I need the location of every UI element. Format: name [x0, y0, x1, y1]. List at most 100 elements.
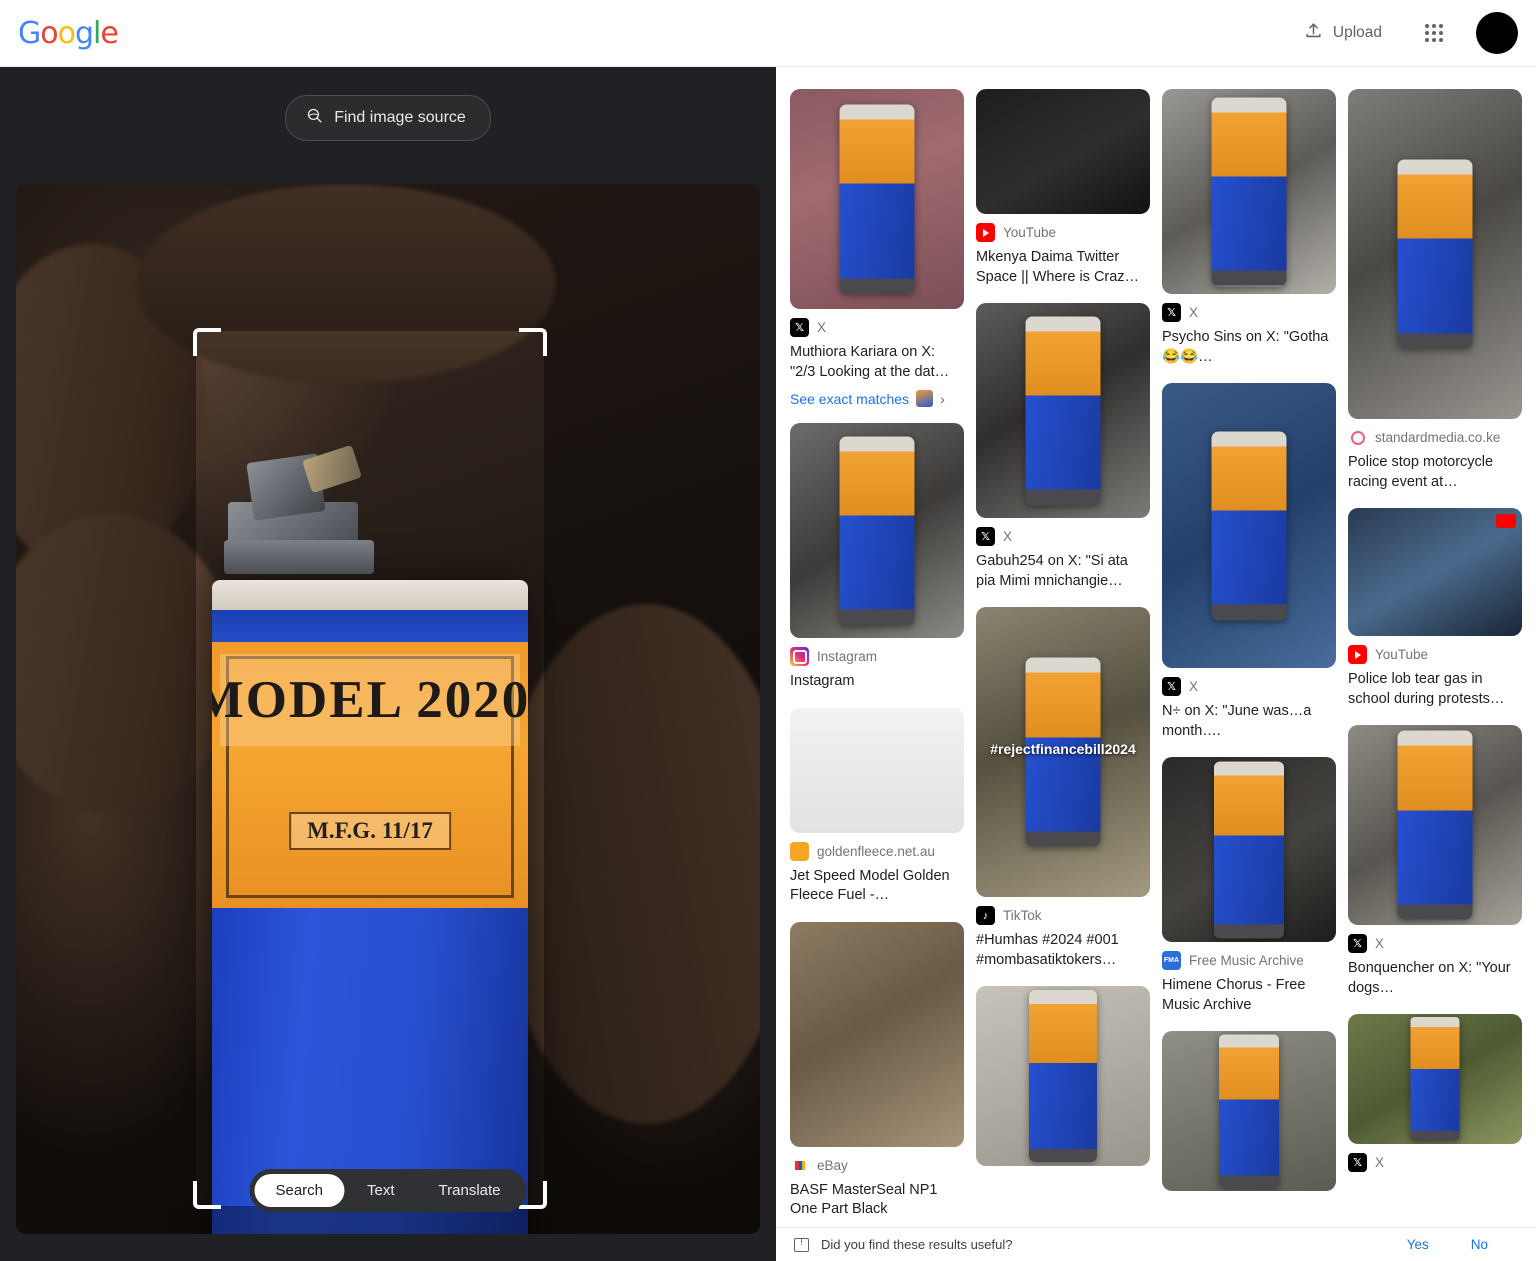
result-title: BASF MasterSeal NP1 One Part Black: [790, 1181, 938, 1218]
youtube-badge-icon: [1496, 514, 1516, 529]
ebay-icon: [790, 1155, 809, 1175]
result-title: N÷ on X: "June was…a month….: [1162, 703, 1312, 739]
google-logo[interactable]: Google: [18, 15, 119, 51]
result-thumbnail[interactable]: [1162, 89, 1336, 294]
tiktok-icon: ♪: [976, 906, 995, 926]
result-card[interactable]: 𝕏 X: [1348, 1014, 1522, 1173]
logo-letter-g1: G: [18, 15, 41, 51]
result-card[interactable]: 𝕏 X Muthiora Kariara on X: "2/3 Looking …: [790, 89, 964, 408]
result-title: Himene Chorus - Free Music Archive: [1162, 977, 1306, 1013]
see-exact-matches-link[interactable]: See exact matches ›: [790, 390, 964, 408]
result-card[interactable]: #rejectfinancebill2024 ♪ TikTok #Humhas …: [976, 607, 1150, 970]
result-card[interactable]: FMA Free Music Archive Himene Chorus - F…: [1162, 757, 1336, 1015]
result-title: Psycho Sins on X: "Gotha 😂😂…: [1162, 329, 1329, 365]
result-title: Muthiora Kariara on X: "2/3 Looking at t…: [790, 344, 950, 380]
result-source-row: 𝕏 X: [790, 318, 964, 337]
crop-handle-top-right[interactable]: [519, 328, 547, 356]
result-source-name: YouTube: [1375, 647, 1429, 663]
crop-handle-bottom-left[interactable]: [193, 1181, 221, 1209]
results-masonry: 𝕏 X Muthiora Kariara on X: "2/3 Looking …: [790, 89, 1522, 1227]
result-card[interactable]: YouTube Mkenya Daima Twitter Space || Wh…: [976, 89, 1150, 287]
x-icon: 𝕏: [976, 527, 995, 547]
visual-results-pane: 𝕏 X Muthiora Kariara on X: "2/3 Looking …: [776, 67, 1536, 1261]
crop-handle-top-left[interactable]: [193, 328, 221, 356]
result-thumbnail[interactable]: [976, 303, 1150, 519]
mode-search-button[interactable]: Search: [254, 1174, 345, 1207]
result-card[interactable]: YouTube Police lob tear gas in school du…: [1348, 508, 1522, 709]
result-title: Police lob tear gas in school during pro…: [1348, 671, 1505, 707]
result-card[interactable]: 𝕏 X N÷ on X: "June was…a month….: [1162, 383, 1336, 741]
feedback-yes-button[interactable]: Yes: [1407, 1237, 1429, 1252]
x-icon: 𝕏: [1348, 1153, 1367, 1173]
uploaded-image-canvas[interactable]: MODEL 2020 M.F.G. 11/17 Search Text Tran…: [16, 184, 760, 1234]
logo-letter-o2: o: [57, 15, 76, 51]
result-title: Bonquencher on X: "Your dogs…: [1348, 960, 1511, 996]
upload-button[interactable]: Upload: [1294, 13, 1392, 53]
result-thumbnail[interactable]: [1162, 383, 1336, 669]
apps-grid-icon[interactable]: [1416, 15, 1452, 51]
fma-icon: FMA: [1162, 951, 1181, 971]
result-source-row: ♪ TikTok: [976, 906, 1150, 926]
result-thumbnail[interactable]: [790, 423, 964, 639]
feedback-actions: Yes No: [1407, 1237, 1518, 1252]
result-thumbnail[interactable]: [1348, 1014, 1522, 1145]
result-title: Police stop motorcycle racing event at…: [1348, 454, 1494, 490]
result-source-row: eBay: [790, 1155, 964, 1175]
result-thumbnail[interactable]: [1348, 508, 1522, 637]
result-card[interactable]: eBay BASF MasterSeal NP1 One Part Black: [790, 921, 964, 1220]
result-thumbnail[interactable]: [1162, 1031, 1336, 1192]
result-source-row: 𝕏 X: [1348, 934, 1522, 954]
result-card[interactable]: standardmedia.co.ke Police stop motorcyc…: [1348, 89, 1522, 492]
results-scroll-area[interactable]: 𝕏 X Muthiora Kariara on X: "2/3 Looking …: [776, 67, 1536, 1227]
upload-label: Upload: [1332, 24, 1382, 41]
result-source-row: standardmedia.co.ke: [1348, 428, 1522, 447]
result-card[interactable]: Instagram Instagram: [790, 423, 964, 692]
result-card[interactable]: [1162, 1031, 1336, 1192]
result-thumbnail[interactable]: [790, 707, 964, 833]
result-title: Mkenya Daima Twitter Space || Where is C…: [976, 249, 1140, 285]
result-card[interactable]: goldenfleece.net.au Jet Speed Model Gold…: [790, 707, 964, 906]
result-thumbnail[interactable]: [1348, 725, 1522, 926]
find-image-source-button[interactable]: Find image source: [285, 95, 491, 141]
image-source-search-icon: [306, 107, 323, 129]
result-source-row: 𝕏 X: [1162, 303, 1336, 322]
result-title: Gabuh254 on X: "Si ata pia Mimi mnichang…: [976, 553, 1128, 589]
result-source-name: X: [1189, 305, 1199, 320]
youtube-icon: [976, 223, 995, 242]
feedback-question: Did you find these results useful?: [821, 1237, 1013, 1252]
result-card[interactable]: 𝕏 X Gabuh254 on X: "Si ata pia Mimi mnic…: [976, 303, 1150, 591]
result-thumbnail[interactable]: [976, 986, 1150, 1167]
result-title: Jet Speed Model Golden Fleece Fuel -…: [790, 867, 950, 904]
feedback-no-button[interactable]: No: [1471, 1237, 1488, 1252]
result-source-name: X: [1003, 529, 1013, 545]
result-source-row: 𝕏 X: [1348, 1153, 1522, 1173]
result-thumbnail[interactable]: [790, 89, 964, 309]
result-card[interactable]: 𝕏 X Bonquencher on X: "Your dogs…: [1348, 725, 1522, 998]
result-source-row: YouTube: [976, 223, 1150, 242]
result-thumbnail[interactable]: #rejectfinancebill2024: [976, 607, 1150, 898]
results-column-1: 𝕏 X Muthiora Kariara on X: "2/3 Looking …: [790, 89, 964, 1227]
result-source-name: X: [1375, 1155, 1385, 1171]
result-source-row: Instagram: [790, 647, 964, 667]
x-icon: 𝕏: [1162, 303, 1181, 322]
find-source-row: Find image source: [0, 67, 776, 141]
result-card[interactable]: [976, 986, 1150, 1167]
thumbnail-overlay-text: #rejectfinancebill2024: [990, 740, 1136, 757]
result-source-name: X: [1375, 936, 1385, 952]
mode-translate-button[interactable]: Translate: [418, 1174, 522, 1207]
result-thumbnail[interactable]: [1348, 89, 1522, 419]
avatar[interactable]: [1476, 12, 1518, 54]
mode-text-button[interactable]: Text: [346, 1174, 416, 1207]
result-card[interactable]: 𝕏 X Psycho Sins on X: "Gotha 😂😂…: [1162, 89, 1336, 367]
result-source-row: FMA Free Music Archive: [1162, 951, 1336, 971]
result-source-name: X: [817, 320, 827, 335]
logo-letter-e: e: [100, 15, 118, 51]
result-thumbnail[interactable]: [790, 921, 964, 1147]
result-source-row: 𝕏 X: [1162, 677, 1336, 697]
result-source-name: Instagram: [817, 649, 878, 665]
crop-selection-frame[interactable]: [193, 328, 547, 1209]
x-icon: 𝕏: [1162, 677, 1181, 697]
result-thumbnail[interactable]: [1162, 757, 1336, 943]
result-title: Instagram: [790, 673, 855, 690]
result-thumbnail[interactable]: [976, 89, 1150, 214]
